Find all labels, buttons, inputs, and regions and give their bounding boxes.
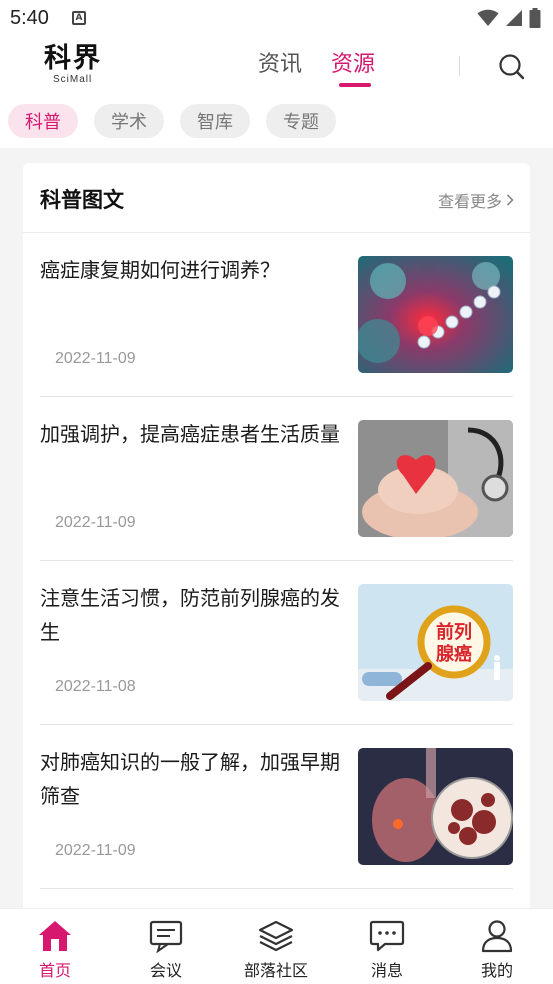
message-icon <box>369 920 405 952</box>
nav-profile-label: 我的 <box>480 961 513 980</box>
status-time: 5:40 <box>10 7 49 29</box>
top-header: 科界 SciMall 资讯 资源 <box>0 38 553 96</box>
bottom-navigation: 首页 会议 部落社区 消息 我的 <box>0 908 553 984</box>
section-title: 科普图文 <box>40 188 124 212</box>
app-logo: 科界 SciMall <box>44 44 104 90</box>
article-item[interactable]: 加强调护，提高癌症患者生活质量 2022-11-09 <box>40 397 513 561</box>
status-indicators <box>477 8 541 28</box>
nav-meeting-label: 会议 <box>149 961 182 980</box>
article-date: 2022-11-09 <box>55 514 136 531</box>
article-thumbnail <box>358 748 513 865</box>
article-title: 加强调护，提高癌症患者生活质量 <box>40 422 340 446</box>
article-thumbnail: 前列 腺癌 <box>358 584 513 701</box>
cell-signal-icon <box>506 10 522 26</box>
logo-sub-text: SciMall <box>53 74 93 85</box>
nav-home-label: 首页 <box>38 961 71 980</box>
nav-community[interactable]: 部落社区 <box>231 919 321 983</box>
active-tab-indicator <box>339 83 371 87</box>
chip-topics[interactable]: 专题 <box>266 104 336 138</box>
search-button[interactable] <box>497 52 527 82</box>
chip-popular-science[interactable]: 科普 <box>8 104 78 138</box>
logo-main-text: 科界 <box>44 43 102 74</box>
article-title: 注意生活习惯，防范前列腺癌的发生 <box>40 586 340 644</box>
article-title: 癌症康复期如何进行调养？ <box>40 258 280 282</box>
card-header: 科普图文 查看更多 <box>23 163 530 233</box>
header-divider <box>459 56 460 76</box>
article-thumbnail <box>358 420 513 537</box>
notification-icon: A <box>72 11 86 25</box>
view-more-label: 查看更多 <box>437 192 502 211</box>
article-item[interactable]: 癌症康复期如何进行调养？ 2022-11-09 <box>40 233 513 397</box>
nav-meeting[interactable]: 会议 <box>121 919 211 983</box>
article-title: 对肺癌知识的一般了解，加强早期筛查 <box>40 750 340 808</box>
article-item[interactable]: 注意生活习惯，防范前列腺癌的发生 2022-11-08 前列 腺癌 <box>40 561 513 725</box>
home-icon <box>39 921 71 951</box>
chevron-right-icon <box>506 194 514 206</box>
svg-text:前列: 前列 <box>436 621 472 643</box>
article-date: 2022-11-09 <box>55 350 136 367</box>
nav-profile[interactable]: 我的 <box>452 919 542 983</box>
nav-messages-label: 消息 <box>370 961 403 980</box>
category-chips: 科普 学术 智库 专题 <box>8 104 336 138</box>
search-icon <box>499 54 525 80</box>
article-item[interactable]: 对肺癌知识的一般了解，加强早期筛查 2022-11-09 <box>40 725 513 889</box>
layers-icon <box>258 920 294 952</box>
view-more-link[interactable]: 查看更多 <box>438 188 514 212</box>
nav-home[interactable]: 首页 <box>10 919 100 983</box>
chip-think-tank[interactable]: 智库 <box>180 104 250 138</box>
tab-resources[interactable]: 资源 <box>331 46 375 78</box>
meeting-icon <box>149 920 183 953</box>
status-bar: 5:40 A <box>0 0 553 38</box>
chip-academic[interactable]: 学术 <box>94 104 164 138</box>
article-card: 科普图文 查看更多 癌症康复期如何进行调养？ 2022-11-09 加强调护，提… <box>23 163 530 923</box>
wifi-icon <box>477 9 499 26</box>
article-date: 2022-11-08 <box>55 678 136 695</box>
tab-news[interactable]: 资讯 <box>258 46 302 78</box>
article-date: 2022-11-09 <box>55 842 136 859</box>
nav-messages[interactable]: 消息 <box>342 919 432 983</box>
article-thumbnail <box>358 256 513 373</box>
user-icon <box>481 920 513 953</box>
battery-icon <box>529 8 541 28</box>
nav-community-label: 部落社区 <box>243 961 308 980</box>
svg-text:腺癌: 腺癌 <box>436 643 472 665</box>
